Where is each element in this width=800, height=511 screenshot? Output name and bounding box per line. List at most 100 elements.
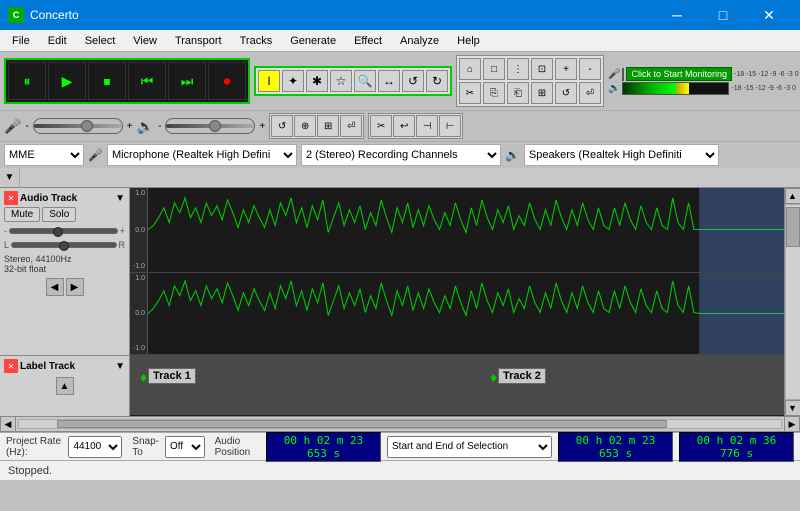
volume-slider[interactable] [33, 118, 123, 134]
menu-edit[interactable]: Edit [40, 33, 75, 49]
title-bar: C Concerto ─ □ ✕ [0, 0, 800, 30]
multi-tool-button[interactable]: ☆ [330, 70, 352, 92]
transport-group: ⏸ ▶ ⏹ ⏮ ⏭ ⏺ [4, 58, 250, 104]
status-message: Stopped. [8, 465, 52, 477]
scrub2-button[interactable]: ⏎ [340, 115, 362, 137]
mute-button[interactable]: Mute [4, 207, 40, 222]
timeline-ruler[interactable]: ▼ -15 0 15 30 45 1:00 1:15 1:30 1:45 2:0… [0, 168, 800, 188]
plus-icon2: + [259, 121, 265, 132]
menu-generate[interactable]: Generate [282, 33, 344, 49]
track-close-button[interactable]: ✕ [4, 191, 18, 205]
label-marker-1[interactable]: ♦ Track 1 [140, 370, 147, 384]
redo-button[interactable]: ↻ [426, 70, 448, 92]
trim-button[interactable]: ⌂ [459, 58, 481, 80]
track-nav-right[interactable]: ▶ [66, 278, 84, 296]
scissors-button[interactable]: ✂ [370, 115, 392, 137]
pan-slider[interactable] [11, 242, 116, 248]
track-dropdown-arrow[interactable]: ▼ [115, 193, 125, 204]
mic-icon: 🎤 [608, 69, 620, 80]
sync-button[interactable]: ⊞ [531, 82, 553, 104]
label-track-arrow[interactable]: ▼ [115, 361, 125, 372]
pin-button[interactable]: ⊕ [294, 115, 316, 137]
label-track-up[interactable]: ▲ [56, 377, 74, 395]
menu-file[interactable]: File [4, 33, 38, 49]
mic-select[interactable]: Microphone (Realtek High Defini [107, 144, 297, 166]
undo-button[interactable]: ↺ [402, 70, 424, 92]
label-marker-2[interactable]: ♦ Track 2 [490, 370, 497, 384]
project-rate-label: Project Rate (Hz): [6, 436, 62, 458]
backward-button[interactable]: ↩ [393, 115, 415, 137]
plus-icon: + [127, 121, 133, 132]
label-track-waveform[interactable]: ♦ Track 1 ♦ Track 2 [130, 355, 784, 415]
envelope-tool-button[interactable]: ✦ [282, 70, 304, 92]
record-button[interactable]: ⏺ [208, 62, 246, 100]
play-button[interactable]: ▶ [48, 62, 86, 100]
waveform-bottom[interactable]: 1.0 0.0 -1.0 [130, 273, 784, 355]
stop-button[interactable]: ⏹ [88, 62, 126, 100]
loop-button[interactable]: ↺ [555, 82, 577, 104]
waveform-top[interactable]: 1.0 0.0 -1.0 [130, 188, 784, 273]
menu-select[interactable]: Select [77, 33, 124, 49]
fit-button[interactable]: ⊡ [531, 58, 553, 80]
snap-to-select[interactable]: Off [165, 436, 205, 458]
scroll-up-button[interactable]: ▲ [785, 188, 800, 204]
label-track-name: Label Track [20, 361, 113, 372]
menu-view[interactable]: View [125, 33, 165, 49]
horizontal-scrollbar[interactable]: ◀ ▶ [0, 416, 800, 432]
cut-button[interactable]: ✂ [459, 82, 481, 104]
scroll-track[interactable] [785, 204, 800, 400]
selection-type-select[interactable]: Start and End of Selection [387, 436, 552, 458]
start-monitoring-button[interactable]: Click to Start Monitoring [626, 67, 732, 81]
paste-button[interactable]: ⎗ [507, 82, 529, 104]
draw-tool-button[interactable]: ✱ [306, 70, 328, 92]
zoom-out-button[interactable]: - [579, 58, 601, 80]
output-select[interactable]: Speakers (Realtek High Definiti [524, 144, 719, 166]
loop-region-button[interactable]: ↺ [271, 115, 293, 137]
channels-select[interactable]: 2 (Stereo) Recording Channels [301, 144, 501, 166]
slide-tool-button[interactable]: ↔ [378, 70, 400, 92]
scroll-right-button[interactable]: ▶ [784, 416, 800, 432]
track-info: Stereo, 44100Hz 32-bit float [4, 254, 125, 274]
close-button[interactable]: ✕ [746, 0, 792, 30]
skip-forward-button[interactable]: ⏭ [168, 62, 206, 100]
join-button[interactable]: ⊢ [439, 115, 461, 137]
menu-analyze[interactable]: Analyze [392, 33, 447, 49]
host-select[interactable]: MME [4, 144, 84, 166]
output-volume-slider[interactable] [165, 118, 255, 134]
pause-button[interactable]: ⏸ [8, 62, 46, 100]
scroll-track-h[interactable] [18, 419, 782, 429]
label-track-header: ✕ Label Track ▼ ▲ [0, 356, 129, 416]
copy-button[interactable]: ⎘ [483, 82, 505, 104]
track-waveform-area[interactable]: 1.0 0.0 -1.0 [130, 188, 784, 416]
y-scale-top2: 1.0 [130, 275, 147, 282]
track-nav-left[interactable]: ◀ [46, 278, 64, 296]
y-scale-bot: -1.0 [130, 263, 147, 270]
vertical-scrollbar[interactable]: ▲ ▼ [784, 188, 800, 416]
snap-button[interactable]: ⋮ [507, 58, 529, 80]
maximize-button[interactable]: □ [700, 0, 746, 30]
scroll-thumb[interactable] [786, 207, 800, 247]
skip-back-button[interactable]: ⏮ [128, 62, 166, 100]
silence-button[interactable]: □ [483, 58, 505, 80]
gain-slider[interactable] [9, 228, 118, 234]
split-button[interactable]: ⊣ [416, 115, 438, 137]
menu-help[interactable]: Help [449, 33, 488, 49]
menu-effect[interactable]: Effect [346, 33, 390, 49]
marker-button[interactable]: ⊞ [317, 115, 339, 137]
minimize-button[interactable]: ─ [654, 0, 700, 30]
scroll-left-button[interactable]: ◀ [0, 416, 16, 432]
select-tool-button[interactable]: I [258, 70, 280, 92]
menu-bar: File Edit Select View Transport Tracks G… [0, 30, 800, 52]
solo-button[interactable]: Solo [42, 207, 76, 222]
zoom-tool-button[interactable]: 🔍 [354, 70, 376, 92]
scroll-down-button[interactable]: ▼ [785, 400, 800, 416]
ruler-collapse-icon[interactable]: ▼ [5, 172, 15, 183]
scrub-button[interactable]: ⏎ [579, 82, 601, 104]
zoom-in-button[interactable]: + [555, 58, 577, 80]
scroll-thumb-h[interactable] [57, 420, 667, 428]
label-track-close-button[interactable]: ✕ [4, 359, 18, 373]
project-rate-select[interactable]: 44100 [68, 436, 122, 458]
menu-tracks[interactable]: Tracks [232, 33, 281, 49]
app-icon: C [8, 7, 24, 23]
menu-transport[interactable]: Transport [167, 33, 230, 49]
